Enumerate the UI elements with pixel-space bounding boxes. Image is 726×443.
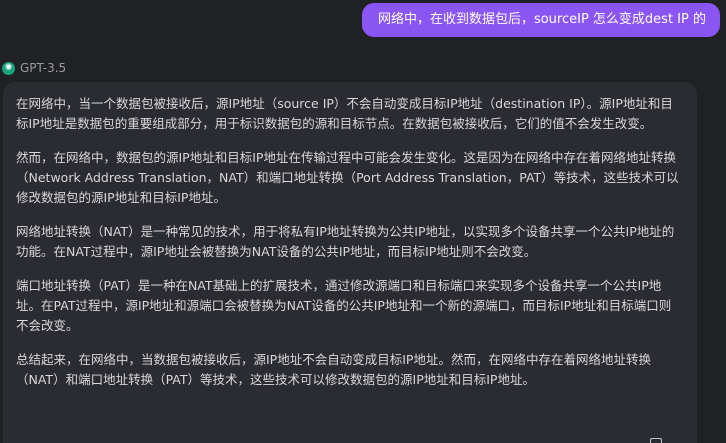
model-name: GPT-3.5: [20, 61, 67, 75]
answer-paragraph: 网络地址转换（NAT）是一种常见的技术，用于将私有IP地址转换为公共IP地址，以…: [16, 224, 675, 259]
user-message-bubble: 网络中，在收到数据包后，sourceIP 怎么变成dest IP 的: [361, 3, 720, 37]
assistant-answer: 在网络中，当一个数据包被接收后，源IP地址（source IP）不会自动变成目标…: [3, 82, 697, 443]
answer-paragraph: 总结起来，在网络中，当数据包被接收后，源IP地址不会自动变成目标IP地址。然而，…: [16, 352, 651, 387]
answer-paragraph: 然而，在网络中，数据包的源IP地址和目标IP地址在传输过程中可能会发生变化。这是…: [16, 150, 679, 205]
answer-paragraph: 在网络中，当一个数据包被接收后，源IP地址（source IP）不会自动变成目标…: [16, 96, 673, 131]
model-tag: ✺ GPT-3.5: [2, 59, 66, 77]
copy-icon[interactable]: [650, 438, 662, 443]
user-message-text: 网络中，在收到数据包后，sourceIP 怎么变成dest IP 的: [377, 12, 706, 27]
answer-paragraph: 端口地址转换（PAT）是一种在NAT基础上的扩展技术，通过修改源端口和目标端口来…: [16, 278, 672, 333]
openai-icon: ✺: [2, 61, 15, 75]
